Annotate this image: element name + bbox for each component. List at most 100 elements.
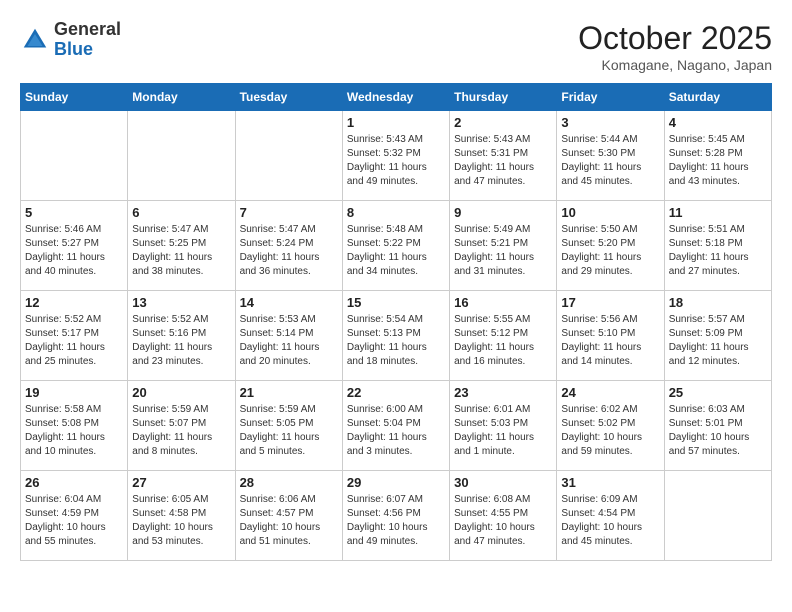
day-info: Sunrise: 5:58 AM Sunset: 5:08 PM Dayligh…	[25, 403, 123, 459]
day-info: Sunrise: 6:02 AM Sunset: 5:02 PM Dayligh…	[561, 403, 659, 459]
day-info: Sunrise: 5:51 AM Sunset: 5:18 PM Dayligh…	[669, 223, 767, 279]
day-info: Sunrise: 5:43 AM Sunset: 5:31 PM Dayligh…	[454, 133, 552, 189]
calendar-cell	[664, 471, 771, 561]
day-info: Sunrise: 6:04 AM Sunset: 4:59 PM Dayligh…	[25, 493, 123, 549]
logo: General Blue	[20, 20, 121, 60]
calendar-cell: 6Sunrise: 5:47 AM Sunset: 5:25 PM Daylig…	[128, 201, 235, 291]
day-info: Sunrise: 5:56 AM Sunset: 5:10 PM Dayligh…	[561, 313, 659, 369]
logo-icon	[20, 25, 50, 55]
calendar-cell: 10Sunrise: 5:50 AM Sunset: 5:20 PM Dayli…	[557, 201, 664, 291]
calendar-cell: 1 Sunrise: 5:43 AM Sunset: 5:32 PM Daylig…	[342, 111, 449, 201]
calendar-cell: 24 Sunrise: 6:02 AM Sunset: 5:02 PM Dayli…	[557, 381, 664, 471]
calendar-cell: 17 Sunrise: 5:56 AM Sunset: 5:10 PM Dayli…	[557, 291, 664, 381]
day-number: 21	[240, 385, 338, 400]
day-number: 17	[561, 295, 659, 310]
day-info: Sunrise: 5:43 AM Sunset: 5:32 PM Dayligh…	[347, 133, 445, 189]
day-number: 4	[669, 115, 767, 130]
calendar-cell	[128, 111, 235, 201]
day-number: 8	[347, 205, 445, 220]
calendar-cell	[235, 111, 342, 201]
calendar-cell: 5Sunrise: 5:46 AM Sunset: 5:27 PM Daylig…	[21, 201, 128, 291]
day-number: 15	[347, 295, 445, 310]
day-number: 3	[561, 115, 659, 130]
logo-general-text: General	[54, 20, 121, 40]
day-info: Sunrise: 5:47 AM Sunset: 5:25 PM Dayligh…	[132, 223, 230, 279]
calendar-cell: 21Sunrise: 5:59 AM Sunset: 5:05 PM Dayli…	[235, 381, 342, 471]
weekday-header-row: SundayMondayTuesdayWednesdayThursdayFrid…	[21, 84, 772, 111]
day-number: 13	[132, 295, 230, 310]
day-info: Sunrise: 6:00 AM Sunset: 5:04 PM Dayligh…	[347, 403, 445, 459]
day-number: 19	[25, 385, 123, 400]
day-info: Sunrise: 5:57 AM Sunset: 5:09 PM Dayligh…	[669, 313, 767, 369]
weekday-header-thursday: Thursday	[450, 84, 557, 111]
day-number: 25	[669, 385, 767, 400]
calendar-cell: 8 Sunrise: 5:48 AM Sunset: 5:22 PM Daylig…	[342, 201, 449, 291]
calendar-cell: 16 Sunrise: 5:55 AM Sunset: 5:12 PM Dayli…	[450, 291, 557, 381]
calendar-cell: 27 Sunrise: 6:05 AM Sunset: 4:58 PM Dayli…	[128, 471, 235, 561]
day-info: Sunrise: 5:53 AM Sunset: 5:14 PM Dayligh…	[240, 313, 338, 369]
calendar-cell: 11 Sunrise: 5:51 AM Sunset: 5:18 PM Dayli…	[664, 201, 771, 291]
day-number: 23	[454, 385, 552, 400]
weekday-header-wednesday: Wednesday	[342, 84, 449, 111]
day-number: 12	[25, 295, 123, 310]
calendar-cell: 19 Sunrise: 5:58 AM Sunset: 5:08 PM Dayli…	[21, 381, 128, 471]
day-info: Sunrise: 5:59 AM Sunset: 5:07 PM Dayligh…	[132, 403, 230, 459]
calendar-cell: 29 Sunrise: 6:07 AM Sunset: 4:56 PM Dayli…	[342, 471, 449, 561]
weekday-header-tuesday: Tuesday	[235, 84, 342, 111]
day-number: 27	[132, 475, 230, 490]
day-number: 22	[347, 385, 445, 400]
calendar-week-row: 19 Sunrise: 5:58 AM Sunset: 5:08 PM Dayli…	[21, 381, 772, 471]
calendar-week-row: 5Sunrise: 5:46 AM Sunset: 5:27 PM Daylig…	[21, 201, 772, 291]
day-info: Sunrise: 6:06 AM Sunset: 4:57 PM Dayligh…	[240, 493, 338, 549]
day-number: 30	[454, 475, 552, 490]
calendar-cell: 26 Sunrise: 6:04 AM Sunset: 4:59 PM Dayli…	[21, 471, 128, 561]
day-info: Sunrise: 5:47 AM Sunset: 5:24 PM Dayligh…	[240, 223, 338, 279]
calendar-cell: 12 Sunrise: 5:52 AM Sunset: 5:17 PM Dayli…	[21, 291, 128, 381]
calendar-cell: 31 Sunrise: 6:09 AM Sunset: 4:54 PM Dayli…	[557, 471, 664, 561]
calendar-cell: 7 Sunrise: 5:47 AM Sunset: 5:24 PM Daylig…	[235, 201, 342, 291]
day-number: 11	[669, 205, 767, 220]
day-info: Sunrise: 5:45 AM Sunset: 5:28 PM Dayligh…	[669, 133, 767, 189]
day-number: 18	[669, 295, 767, 310]
day-info: Sunrise: 5:52 AM Sunset: 5:17 PM Dayligh…	[25, 313, 123, 369]
day-info: Sunrise: 6:09 AM Sunset: 4:54 PM Dayligh…	[561, 493, 659, 549]
day-number: 24	[561, 385, 659, 400]
location-subtitle: Komagane, Nagano, Japan	[578, 57, 772, 73]
calendar-week-row: 1 Sunrise: 5:43 AM Sunset: 5:32 PM Daylig…	[21, 111, 772, 201]
calendar-cell	[21, 111, 128, 201]
weekday-header-saturday: Saturday	[664, 84, 771, 111]
day-number: 2	[454, 115, 552, 130]
calendar-cell: 25Sunrise: 6:03 AM Sunset: 5:01 PM Dayli…	[664, 381, 771, 471]
calendar-cell: 20 Sunrise: 5:59 AM Sunset: 5:07 PM Dayli…	[128, 381, 235, 471]
day-number: 26	[25, 475, 123, 490]
calendar-week-row: 26 Sunrise: 6:04 AM Sunset: 4:59 PM Dayli…	[21, 471, 772, 561]
day-info: Sunrise: 5:48 AM Sunset: 5:22 PM Dayligh…	[347, 223, 445, 279]
calendar-cell: 9Sunrise: 5:49 AM Sunset: 5:21 PM Daylig…	[450, 201, 557, 291]
page-header: General Blue October 2025 Komagane, Naga…	[20, 20, 772, 73]
calendar-cell: 23 Sunrise: 6:01 AM Sunset: 5:03 PM Dayli…	[450, 381, 557, 471]
day-info: Sunrise: 6:05 AM Sunset: 4:58 PM Dayligh…	[132, 493, 230, 549]
calendar-cell: 3 Sunrise: 5:44 AM Sunset: 5:30 PM Daylig…	[557, 111, 664, 201]
day-info: Sunrise: 5:50 AM Sunset: 5:20 PM Dayligh…	[561, 223, 659, 279]
day-info: Sunrise: 5:44 AM Sunset: 5:30 PM Dayligh…	[561, 133, 659, 189]
calendar-cell: 2 Sunrise: 5:43 AM Sunset: 5:31 PM Daylig…	[450, 111, 557, 201]
day-info: Sunrise: 6:01 AM Sunset: 5:03 PM Dayligh…	[454, 403, 552, 459]
day-info: Sunrise: 6:07 AM Sunset: 4:56 PM Dayligh…	[347, 493, 445, 549]
day-info: Sunrise: 5:52 AM Sunset: 5:16 PM Dayligh…	[132, 313, 230, 369]
calendar-cell: 22 Sunrise: 6:00 AM Sunset: 5:04 PM Dayli…	[342, 381, 449, 471]
day-number: 28	[240, 475, 338, 490]
day-number: 20	[132, 385, 230, 400]
calendar-cell: 30Sunrise: 6:08 AM Sunset: 4:55 PM Dayli…	[450, 471, 557, 561]
day-number: 29	[347, 475, 445, 490]
day-number: 31	[561, 475, 659, 490]
day-number: 7	[240, 205, 338, 220]
day-number: 1	[347, 115, 445, 130]
day-info: Sunrise: 5:54 AM Sunset: 5:13 PM Dayligh…	[347, 313, 445, 369]
calendar-cell: 4 Sunrise: 5:45 AM Sunset: 5:28 PM Daylig…	[664, 111, 771, 201]
calendar-cell: 18 Sunrise: 5:57 AM Sunset: 5:09 PM Dayli…	[664, 291, 771, 381]
day-number: 16	[454, 295, 552, 310]
day-info: Sunrise: 5:55 AM Sunset: 5:12 PM Dayligh…	[454, 313, 552, 369]
calendar-cell: 13 Sunrise: 5:52 AM Sunset: 5:16 PM Dayli…	[128, 291, 235, 381]
month-title: October 2025	[578, 20, 772, 57]
calendar-cell: 14Sunrise: 5:53 AM Sunset: 5:14 PM Dayli…	[235, 291, 342, 381]
